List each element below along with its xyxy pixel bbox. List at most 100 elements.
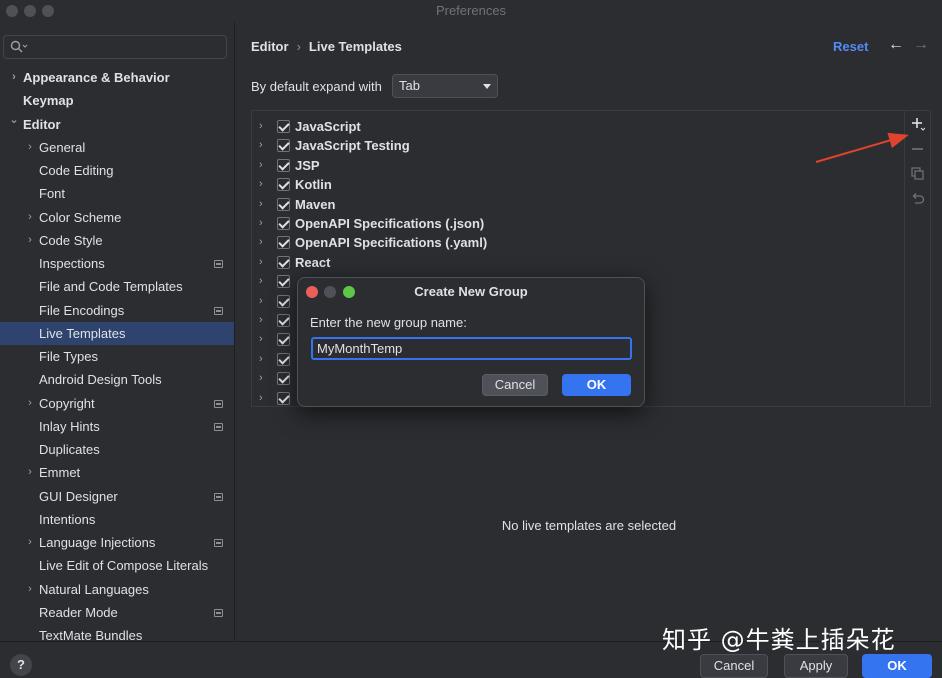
expand-with-select[interactable]: Tab xyxy=(392,74,498,98)
sidebar-item-label: Emmet xyxy=(39,465,81,481)
forward-arrow-icon[interactable]: → xyxy=(913,36,929,54)
sidebar-item-label: Copyright xyxy=(39,395,95,411)
chevron-right-icon[interactable]: › xyxy=(259,272,263,291)
sidebar-item-code-style[interactable]: › Code Style xyxy=(0,229,234,252)
template-group-row[interactable]: › Kotlin xyxy=(252,175,906,194)
template-group-row[interactable]: › JavaScript Testing xyxy=(252,136,906,155)
chevron-right-icon[interactable]: › xyxy=(24,136,36,159)
sidebar-item-gui-designer[interactable]: GUI Designer xyxy=(0,485,234,508)
sidebar-item-file-types[interactable]: File Types xyxy=(0,345,234,368)
chevron-right-icon[interactable]: › xyxy=(259,330,263,349)
group-enabled-checkbox[interactable] xyxy=(277,197,290,211)
template-group-row[interactable]: › OpenAPI Specifications (.json) xyxy=(252,214,906,233)
group-enabled-checkbox[interactable] xyxy=(277,255,290,269)
settings-tree: › Appearance & Behavior Keymap ⌄ Editor › Gene… xyxy=(0,66,234,641)
sidebar-item-duplicates[interactable]: Duplicates xyxy=(0,438,234,461)
help-icon[interactable]: ? xyxy=(10,654,32,676)
chevron-right-icon[interactable]: › xyxy=(24,461,36,484)
cancel-button[interactable]: Cancel xyxy=(700,654,768,678)
dialog-ok-button[interactable]: OK xyxy=(562,374,631,396)
group-enabled-checkbox[interactable] xyxy=(277,217,290,230)
sidebar-item-textmate-bundles[interactable]: TextMate Bundles xyxy=(0,624,234,641)
sidebar-item-emmet[interactable]: › Emmet xyxy=(0,461,234,484)
sidebar-item-copyright[interactable]: › Copyright xyxy=(0,392,234,415)
sidebar-item-natural-languages[interactable]: › Natural Languages xyxy=(0,578,234,601)
sidebar-item-file-encodings[interactable]: File Encodings xyxy=(0,299,234,322)
sidebar-item-live-edit-of-compose-literals[interactable]: Live Edit of Compose Literals xyxy=(0,554,234,577)
chevron-right-icon[interactable]: › xyxy=(259,156,263,175)
sidebar-item-label: File and Code Templates xyxy=(39,279,183,295)
group-enabled-checkbox[interactable] xyxy=(277,352,290,366)
template-group-row[interactable]: › React xyxy=(252,253,906,272)
sidebar-item-language-injections[interactable]: › Language Injections xyxy=(0,531,234,554)
ok-button[interactable]: OK xyxy=(862,654,932,678)
empty-selection-message: No live templates are selected xyxy=(501,518,677,533)
chevron-right-icon[interactable]: › xyxy=(259,136,263,155)
chevron-right-icon[interactable]: › xyxy=(24,229,36,252)
group-enabled-checkbox[interactable] xyxy=(277,139,290,153)
sidebar-item-code-editing[interactable]: Code Editing xyxy=(0,159,234,182)
chevron-right-icon[interactable]: › xyxy=(24,578,36,601)
chevron-right-icon[interactable]: › xyxy=(8,66,20,89)
sidebar-item-live-templates[interactable]: Live Templates xyxy=(0,321,234,345)
restore-undo-icon[interactable] xyxy=(911,192,925,206)
dialog-cancel-button[interactable]: Cancel xyxy=(482,374,548,396)
chevron-right-icon[interactable]: › xyxy=(24,531,36,554)
sidebar-item-label: Natural Languages xyxy=(39,581,149,597)
sidebar-item-appearance-behavior[interactable]: › Appearance & Behavior xyxy=(0,66,234,89)
group-enabled-checkbox[interactable] xyxy=(277,333,290,347)
sidebar-item-inspections[interactable]: Inspections xyxy=(0,252,234,275)
project-scope-icon xyxy=(214,492,223,501)
group-enabled-checkbox[interactable] xyxy=(277,314,290,327)
group-enabled-checkbox[interactable] xyxy=(277,178,290,192)
chevron-right-icon[interactable]: › xyxy=(24,206,36,229)
sidebar-item-editor[interactable]: ⌄ Editor xyxy=(0,113,234,136)
copy-icon[interactable] xyxy=(911,167,925,181)
chevron-right-icon[interactable]: › xyxy=(259,214,263,233)
template-group-name: JSP xyxy=(295,157,320,173)
sidebar-item-file-and-code-templates[interactable]: File and Code Templates xyxy=(0,275,234,298)
sidebar-item-general[interactable]: › General xyxy=(0,136,234,159)
chevron-right-icon[interactable]: › xyxy=(259,389,263,406)
chevron-right-icon[interactable]: › xyxy=(259,292,263,311)
sidebar-item-intentions[interactable]: Intentions xyxy=(0,508,234,531)
sidebar-item-font[interactable]: Font xyxy=(0,182,234,205)
group-enabled-checkbox[interactable] xyxy=(277,294,290,308)
group-enabled-checkbox[interactable] xyxy=(277,158,290,172)
template-group-name: Kotlin xyxy=(295,177,332,193)
group-enabled-checkbox[interactable] xyxy=(277,275,290,289)
chevron-right-icon[interactable]: › xyxy=(259,233,263,252)
back-arrow-icon[interactable]: ← xyxy=(888,36,904,54)
group-enabled-checkbox[interactable] xyxy=(277,120,290,133)
sidebar-item-color-scheme[interactable]: › Color Scheme xyxy=(0,206,234,229)
add-plus-icon[interactable] xyxy=(911,117,926,131)
chevron-right-icon[interactable]: › xyxy=(259,175,263,194)
chevron-right-icon[interactable]: › xyxy=(259,195,263,214)
template-group-row[interactable]: › OpenAPI Specifications (.yaml) xyxy=(252,233,906,252)
chevron-down-icon[interactable]: ⌄ xyxy=(8,109,20,132)
settings-search-input[interactable] xyxy=(3,35,227,59)
group-name-input[interactable] xyxy=(311,337,632,360)
template-group-row[interactable]: › JSP xyxy=(252,156,906,175)
chevron-right-icon[interactable]: › xyxy=(259,253,263,272)
chevron-right-icon[interactable]: › xyxy=(259,369,263,388)
template-group-row[interactable]: › Maven xyxy=(252,195,906,214)
sidebar-item-label: Editor xyxy=(23,116,61,132)
reset-link[interactable]: Reset xyxy=(833,39,868,54)
chevron-right-icon[interactable]: › xyxy=(259,117,263,136)
template-group-row[interactable]: › JavaScript xyxy=(252,117,906,136)
remove-minus-icon[interactable] xyxy=(911,142,925,156)
chevron-right-icon[interactable]: › xyxy=(259,311,263,330)
group-enabled-checkbox[interactable] xyxy=(277,372,290,386)
sidebar-item-reader-mode[interactable]: Reader Mode xyxy=(0,601,234,624)
apply-button[interactable]: Apply xyxy=(784,654,848,678)
sidebar-item-inlay-hints[interactable]: Inlay Hints xyxy=(0,415,234,438)
group-enabled-checkbox[interactable] xyxy=(277,236,290,250)
chevron-right-icon[interactable]: › xyxy=(259,350,263,369)
breadcrumb-editor[interactable]: Editor xyxy=(251,39,289,54)
group-enabled-checkbox[interactable] xyxy=(277,391,290,405)
sidebar-item-keymap[interactable]: Keymap xyxy=(0,89,234,112)
sidebar-item-android-design-tools[interactable]: Android Design Tools xyxy=(0,368,234,391)
sidebar-item-label: Intentions xyxy=(39,511,96,527)
chevron-right-icon[interactable]: › xyxy=(24,392,36,415)
